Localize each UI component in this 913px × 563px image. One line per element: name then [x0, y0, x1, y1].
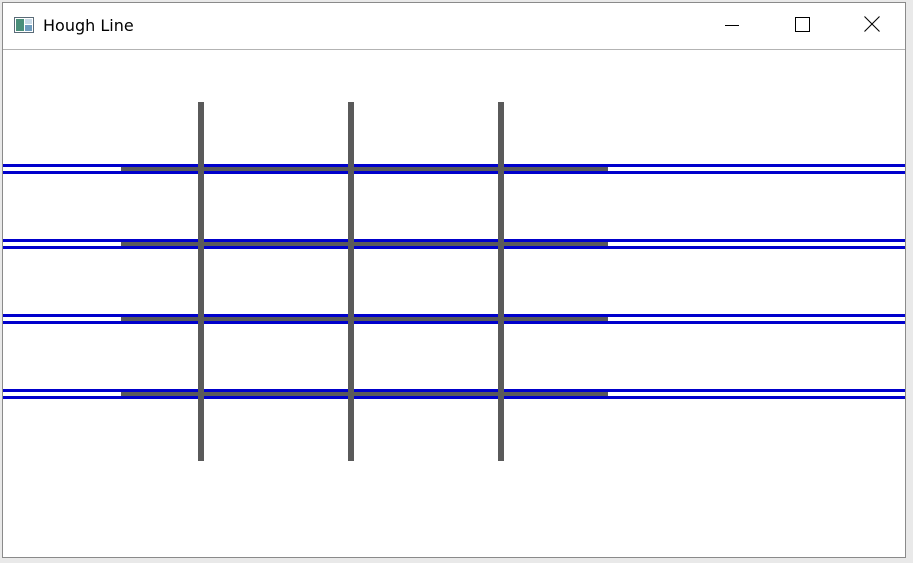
window-title: Hough Line [43, 16, 134, 35]
title-bar[interactable]: Hough Line [3, 3, 905, 50]
minimize-button[interactable] [697, 3, 767, 49]
maximize-icon [794, 16, 810, 36]
opencv-window-icon [14, 17, 34, 33]
app-window: Hough Line [2, 2, 906, 558]
maximize-button[interactable] [767, 3, 837, 49]
minimize-icon [725, 17, 739, 36]
image-canvas [3, 50, 905, 557]
close-button[interactable] [837, 3, 907, 49]
hough-line-image [3, 102, 905, 461]
close-icon [864, 16, 880, 36]
